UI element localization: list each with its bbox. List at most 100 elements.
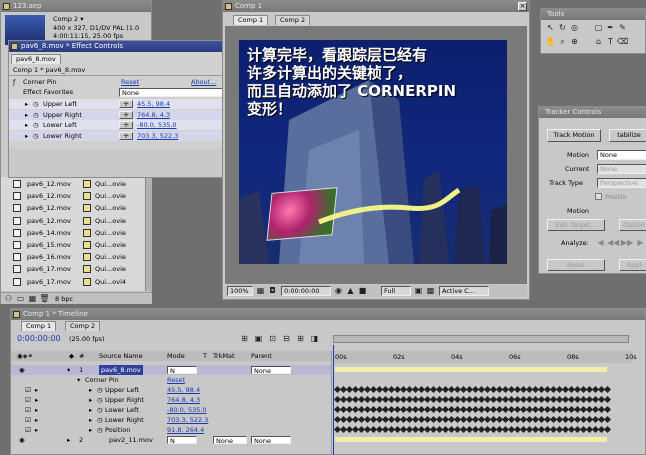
corner-pin-reset-link[interactable]: Reset [167,375,185,385]
timeline-param-row[interactable]: ☑ ▸ ▸ ◷ Upper Left 45.5, 98.4 [11,385,331,395]
twirl-icon[interactable]: ▸ [89,425,92,435]
tab-timeline-comp-1[interactable]: Comp 1 [21,321,57,331]
tab-effect-layer[interactable]: pav6_8.mov [11,54,61,64]
checkbox-icon[interactable]: ☑ [25,385,31,395]
layer-trkmat-select[interactable]: None [213,436,247,444]
checkbox-icon[interactable]: ☑ [25,425,31,435]
tab-comp-2[interactable]: Comp 2 [275,15,311,25]
tab-comp-1[interactable]: Comp 1 [233,15,269,25]
stopwatch-icon[interactable]: ◷ [97,415,103,425]
shy-icon[interactable]: ◨ [309,333,320,344]
stopwatch-icon[interactable]: ◷ [97,385,103,395]
param-value[interactable]: -80.0, 535.0 [167,405,207,415]
twirl-icon[interactable]: ▸ [89,415,92,425]
param-value[interactable]: 45.5, 98.4 [167,385,200,395]
twirl-icon[interactable]: ▸ [89,405,92,415]
text-tool-icon[interactable]: T [605,36,616,47]
param-value[interactable]: 91.8, 264.4 [167,425,204,435]
param-value[interactable]: -80.0, 535.0 [137,120,177,130]
twirl-icon[interactable]: ▸ [25,99,28,109]
grid-icon[interactable]: ▦ [255,285,266,296]
checkbox-icon[interactable]: ☑ [25,415,31,425]
transparency-icon[interactable]: ▩ [425,285,436,296]
project-comp-name[interactable]: Comp 2 ▾ [53,15,84,23]
file-list-item[interactable]: pav6_17.mov Qui...ovi4 [1,277,145,287]
resolution-select[interactable]: Full [381,286,411,296]
timeline-param-row[interactable]: ☑ ▸ ▸ ◷ Lower Left -80.0, 535.0 [11,405,331,415]
keyframe-marker[interactable] [603,415,612,424]
param-value[interactable]: 764.8, 4.3 [167,395,200,405]
timeline-timecode[interactable]: 0:00:00:00 [17,334,61,343]
twirl-open-icon[interactable]: ▾ [67,365,70,375]
stopwatch-icon[interactable]: ◷ [33,110,39,120]
clone-tool-icon[interactable]: ⌂ [593,36,604,47]
selection-tool-icon[interactable]: ↖ [545,22,556,33]
file-list-item[interactable]: pav6_17.mov Qui...ovie [1,264,145,274]
video-switch-icon[interactable]: ◉ [19,435,25,445]
brush-tool-icon[interactable]: ✎ [617,22,628,33]
camera-icon[interactable]: ◉ [333,285,344,296]
file-list-item[interactable]: pav6_12.mov Qui...ovie [1,216,145,226]
stopwatch-icon[interactable]: ◷ [97,405,103,415]
options-button[interactable]: Option [619,219,646,231]
stabilize-button[interactable]: tabilize [609,129,646,142]
keyframe-marker[interactable] [603,395,612,404]
parent-header[interactable]: Parent [251,351,272,361]
favorites-select[interactable]: None [119,88,225,97]
layer-duration-bar[interactable] [335,367,607,372]
crosshair-button[interactable]: ✛ [119,131,133,140]
zoom-tool-icon[interactable]: ⌕ [557,36,568,47]
pan-behind-tool-icon[interactable]: ⊕ [569,36,580,47]
param-value[interactable]: 764.8, 4.3 [137,110,170,120]
new-folder-icon[interactable]: ▭ [15,293,26,304]
video-switch-icon[interactable]: ◉ [19,365,25,375]
effect-controls-title-bar[interactable]: pav6_8.mov * Effect Controls× [9,41,239,52]
tools-title-bar[interactable]: Tools [541,9,645,20]
layer-mode-select[interactable]: N [167,366,197,374]
frame-blend-icon[interactable]: ⊡ [267,333,278,344]
timeline-param-row[interactable]: ☑ ▸ ▸ ◷ Lower Right 703.3, 522.3 [11,415,331,425]
file-list-item[interactable]: pav6_12.mov Qui...ovie [1,203,145,213]
pen-tool-icon[interactable]: ✒ [605,22,616,33]
close-icon[interactable]: × [518,2,527,11]
tracker-title-bar[interactable]: Tracker Controls [539,107,646,118]
source-name-header[interactable]: Source Name [99,351,143,361]
channel-icon[interactable]: ▲ [345,285,356,296]
effect-name[interactable]: Corner Pin [23,77,57,87]
hand-tool-icon[interactable]: ✋ [545,36,556,47]
rotate-tool-icon[interactable]: ↻ [557,22,568,33]
keyframe-marker[interactable] [603,405,612,414]
position-checkbox[interactable] [595,193,602,200]
analyze-fwd-all-icon[interactable]: ▶▶ [621,237,633,248]
apply-button[interactable]: Appl [619,259,646,271]
nav-arrow-icon[interactable]: ▸ [35,385,38,395]
file-list-item[interactable]: pav6_12.mov Qui...ovie [1,191,145,201]
stopwatch-icon[interactable]: ◷ [33,99,39,109]
file-list-item[interactable]: pav6_14.mov Qui...ovie [1,228,145,238]
twirl-icon[interactable]: ▸ [25,110,28,120]
twirl-closed-icon[interactable]: ▸ [67,435,70,445]
reset-button[interactable]: Reset [547,259,605,271]
layer-parent-select[interactable]: None [251,366,291,374]
interpret-footage-icon[interactable]: ⚇ [3,293,14,304]
timeline-param-row[interactable]: ☑ ▸ ▸ ◷ Position 91.8, 264.4 [11,425,331,435]
motion-source-select[interactable]: None [597,150,646,160]
twirl-icon[interactable]: ▸ [89,395,92,405]
stopwatch-icon[interactable]: ◷ [97,395,103,405]
zoom-select[interactable]: 100% [227,286,253,296]
layer-name[interactable]: pav6_8.mov [99,365,143,375]
analyze-fwd-icon[interactable]: ▶ [635,237,646,248]
effect-reset-link[interactable]: Reset [121,77,139,87]
nav-arrow-icon[interactable]: ▸ [35,415,38,425]
param-value[interactable]: 703.3, 522.3 [137,131,178,141]
graph-icon[interactable]: ⊞ [295,333,306,344]
comp-title-bar[interactable]: Comp 1 × [223,1,529,12]
snapshot-icon[interactable]: ◘ [267,285,278,296]
twirl-open-icon[interactable]: ▾ [77,375,80,385]
file-list-item[interactable]: pav6_16.mov Qui...ovie [1,252,145,262]
crosshair-button[interactable]: ✛ [119,121,133,129]
twirl-icon[interactable]: ▸ [89,385,92,395]
comp-canvas[interactable]: 计算完毕，看跟踪层已经有 许多计算出的关键桢了， 而且自动添加了 CORNERPIN… [225,26,527,284]
checkbox-icon[interactable]: ☑ [25,405,31,415]
comp-flowchart-icon[interactable]: ⊞ [239,333,250,344]
